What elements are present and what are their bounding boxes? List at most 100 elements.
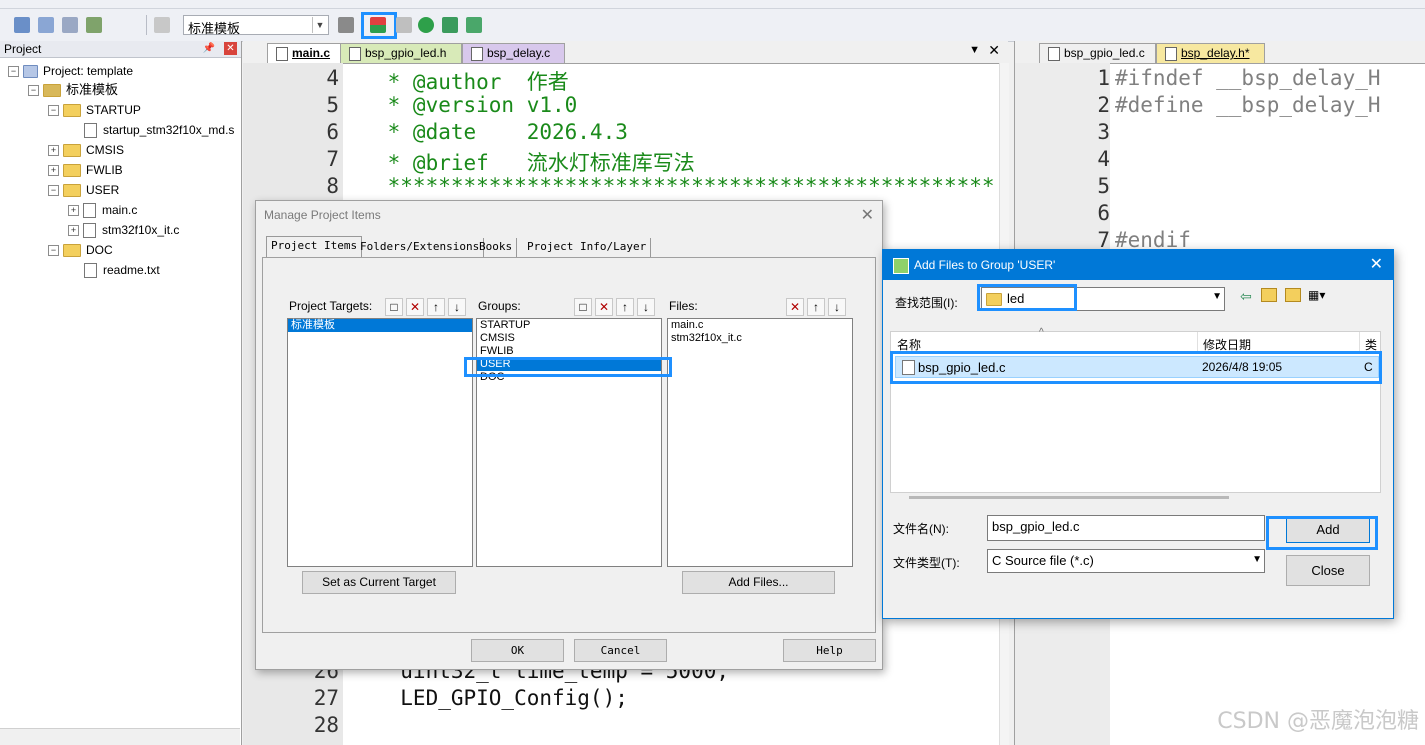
code-line[interactable]: * @author 作者 [375, 66, 569, 96]
expand-icon[interactable]: + [48, 165, 59, 177]
chevron-down-icon[interactable]: ▼ [1212, 291, 1222, 302]
tab-books[interactable]: Books [475, 238, 518, 258]
tree-file[interactable]: + stm32f10x_it.c [68, 221, 179, 239]
tab-label: bsp_delay.h* [1181, 46, 1250, 60]
horizontal-scrollbar[interactable] [909, 496, 1229, 499]
back-icon[interactable]: ⇦ [1240, 288, 1252, 305]
help-button[interactable]: Help [783, 639, 876, 662]
ok-button[interactable]: OK [471, 639, 564, 662]
line-number: 6 [1097, 201, 1110, 225]
collapse-icon[interactable]: − [8, 66, 19, 78]
code-line[interactable]: * @date 2026.4.3 [375, 120, 628, 144]
list-item[interactable]: stm32f10x_it.c [668, 332, 852, 345]
move-up-icon[interactable]: ↑ [807, 298, 825, 316]
tab-bsp-gpio-led-h[interactable]: bsp_gpio_led.h [340, 43, 462, 63]
tree-group-user[interactable]: − USER [48, 181, 119, 199]
tab-list-icon[interactable]: ▼ [969, 44, 980, 56]
tab-label: Folders/Extensions [360, 240, 480, 253]
list-item[interactable]: STARTUP [477, 319, 661, 332]
chevron-down-icon[interactable]: ▼ [1252, 554, 1262, 565]
list-item[interactable]: CMSIS [477, 332, 661, 345]
tree-file[interactable]: + main.c [68, 201, 137, 219]
target-select[interactable]: 标准模板 ▼ [183, 15, 329, 36]
tree-target[interactable]: − 标准模板 [28, 81, 118, 99]
add-files-dialog: Add Files to Group 'USER' ✕ 查找范围(I): led… [882, 249, 1394, 619]
line-number: 28 [313, 713, 339, 737]
select-packs-icon[interactable] [442, 17, 458, 33]
file-icon [83, 223, 96, 239]
move-down-icon[interactable]: ↓ [448, 298, 466, 316]
tab-folders-extensions[interactable]: Folders/Extensions [356, 238, 485, 258]
tab-bsp-delay-h[interactable]: bsp_delay.h* [1156, 43, 1265, 63]
expand-icon[interactable]: + [68, 225, 79, 237]
close-icon[interactable]: ✕ [988, 42, 1000, 59]
collapse-icon[interactable]: − [48, 105, 59, 117]
target-options-icon[interactable] [338, 17, 354, 33]
dialog-title: Add Files to Group 'USER' [914, 258, 1056, 272]
up-folder-icon[interactable] [1261, 288, 1277, 302]
tree-file[interactable]: readme.txt [84, 261, 160, 279]
code-line[interactable]: #ifndef __bsp_delay_H [1115, 66, 1381, 90]
group-label: CMSIS [86, 143, 125, 157]
set-current-target-button[interactable]: Set as Current Target [302, 571, 456, 594]
translate-icon[interactable] [14, 17, 30, 33]
delete-icon[interactable]: ✕ [406, 298, 424, 316]
expand-icon[interactable]: + [48, 145, 59, 157]
cancel-button[interactable]: Cancel [574, 639, 667, 662]
add-files-button[interactable]: Add Files... [682, 571, 835, 594]
code-line[interactable]: * @brief 流水灯标准库写法 [375, 147, 695, 177]
new-icon[interactable]: □ [574, 298, 592, 316]
tree-group-fwlib[interactable]: + FWLIB [48, 161, 123, 179]
code-line[interactable]: ****************************************… [375, 174, 995, 198]
tree-group-startup[interactable]: − STARTUP [48, 101, 141, 119]
collapse-icon[interactable]: − [28, 85, 39, 97]
filename-input[interactable]: bsp_gpio_led.c [987, 515, 1265, 541]
move-down-icon[interactable]: ↓ [637, 298, 655, 316]
move-up-icon[interactable]: ↑ [427, 298, 445, 316]
keil-icon [893, 258, 909, 274]
tab-project-info[interactable]: Project Info/Layer [523, 238, 652, 258]
tree-file[interactable]: startup_stm32f10x_md.s [84, 121, 234, 139]
chevron-down-icon[interactable]: ▼ [312, 17, 327, 33]
tree-group-doc[interactable]: − DOC [48, 241, 113, 259]
collapse-icon[interactable]: − [48, 245, 59, 257]
close-icon[interactable]: ✕ [224, 42, 237, 55]
list-item[interactable]: main.c [668, 319, 852, 332]
close-button[interactable]: Close [1286, 555, 1370, 586]
file-extensions-icon[interactable] [396, 17, 412, 33]
close-icon[interactable]: ✕ [861, 205, 874, 225]
close-icon[interactable]: ✕ [1370, 250, 1383, 280]
new-folder-icon[interactable] [1285, 288, 1301, 302]
groups-list[interactable]: STARTUP CMSIS FWLIB USER DOC [476, 318, 662, 567]
expand-icon[interactable]: + [68, 205, 79, 217]
tab-bsp-delay-c[interactable]: bsp_delay.c [462, 43, 565, 63]
build-icon[interactable] [38, 17, 54, 33]
code-line[interactable]: * @version v1.0 [375, 93, 578, 117]
tree-group-cmsis[interactable]: + CMSIS [48, 141, 124, 159]
delete-icon[interactable]: ✕ [786, 298, 804, 316]
tab-bsp-gpio-led-c[interactable]: bsp_gpio_led.c [1039, 43, 1156, 63]
download-icon[interactable] [154, 17, 170, 33]
view-menu-icon[interactable]: ▦▾ [1308, 288, 1325, 302]
code-line[interactable]: LED_GPIO_Config(); [375, 686, 628, 710]
filetype-select[interactable]: C Source file (*.c) ▼ [987, 549, 1265, 573]
files-list[interactable]: main.c stm32f10x_it.c [667, 318, 853, 567]
manage-rte-icon[interactable] [466, 17, 482, 33]
pin-icon[interactable]: 📌 [203, 41, 215, 57]
tree-root[interactable]: − Project: template [8, 62, 133, 80]
folder-icon [63, 184, 81, 198]
code-line[interactable]: #define __bsp_delay_H [1115, 93, 1381, 117]
new-icon[interactable]: □ [385, 298, 403, 316]
tab-project-items[interactable]: Project Items [266, 236, 363, 257]
rebuild-icon[interactable] [62, 17, 78, 33]
targets-list[interactable]: 标准模板 [287, 318, 473, 567]
batch-build-icon[interactable] [86, 17, 102, 33]
pack-installer-icon[interactable] [418, 17, 434, 33]
collapse-icon[interactable]: − [48, 185, 59, 197]
list-item[interactable]: 标准模板 [288, 319, 472, 332]
delete-icon[interactable]: ✕ [595, 298, 613, 316]
move-up-icon[interactable]: ↑ [616, 298, 634, 316]
horizontal-scrollbar[interactable] [0, 728, 240, 745]
folder-icon [63, 164, 81, 178]
move-down-icon[interactable]: ↓ [828, 298, 846, 316]
